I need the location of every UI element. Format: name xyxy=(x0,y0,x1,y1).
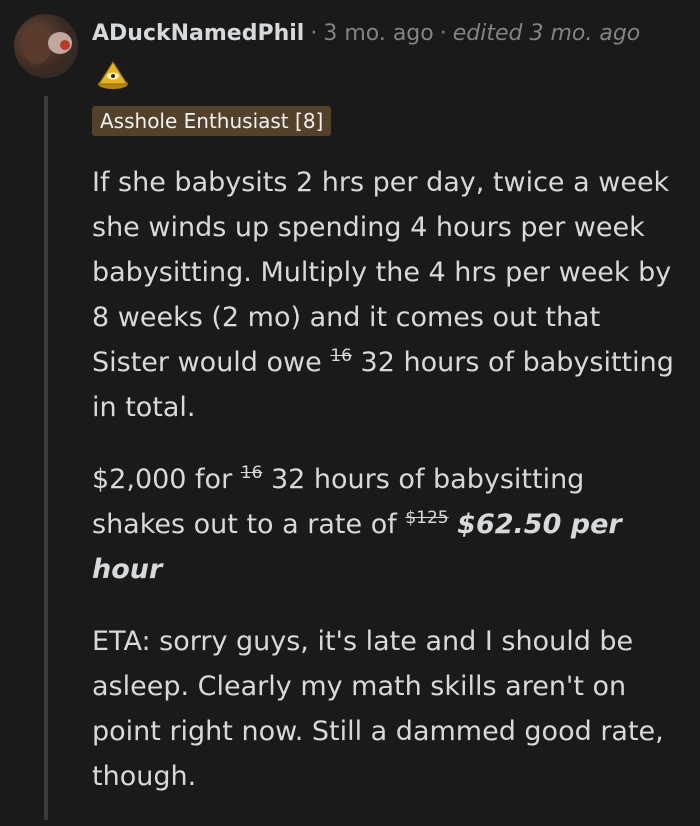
comment-body: If she babysits 2 hrs per day, twice a w… xyxy=(92,160,682,826)
avatar[interactable] xyxy=(14,14,78,78)
comment-paragraph: ETA: sorry guys, it's late and I should … xyxy=(92,619,682,799)
comment-header: ADuckNamedPhil · 3 mo. ago · edited 3 mo. ag… xyxy=(92,18,640,50)
avatar-shape xyxy=(60,40,70,50)
pyramid-eye-award-icon[interactable] xyxy=(96,60,130,90)
strikethrough-value: $125 xyxy=(405,508,449,528)
separator-dot: · xyxy=(439,21,447,46)
strikethrough-value: 16 xyxy=(240,463,263,483)
text-segment xyxy=(449,509,458,540)
comment-paragraph: If she babysits 2 hrs per day, twice a w… xyxy=(92,160,682,430)
separator-dot: · xyxy=(310,21,318,46)
text-segment: ETA: sorry guys, it's late and I should … xyxy=(92,626,664,792)
thread-collapse-line[interactable] xyxy=(44,96,48,820)
edited-label: edited 3 mo. ago xyxy=(452,21,641,46)
strikethrough-value: 16 xyxy=(330,346,352,366)
comment-paragraph: $2,000 for 16 32 hours of babysitting sh… xyxy=(92,457,682,592)
username-link[interactable]: ADuckNamedPhil xyxy=(92,21,304,46)
text-segment: $2,000 for xyxy=(92,464,241,495)
user-flair: Asshole Enthusiast [8] xyxy=(92,106,332,136)
comment-age[interactable]: 3 mo. ago xyxy=(323,21,433,46)
